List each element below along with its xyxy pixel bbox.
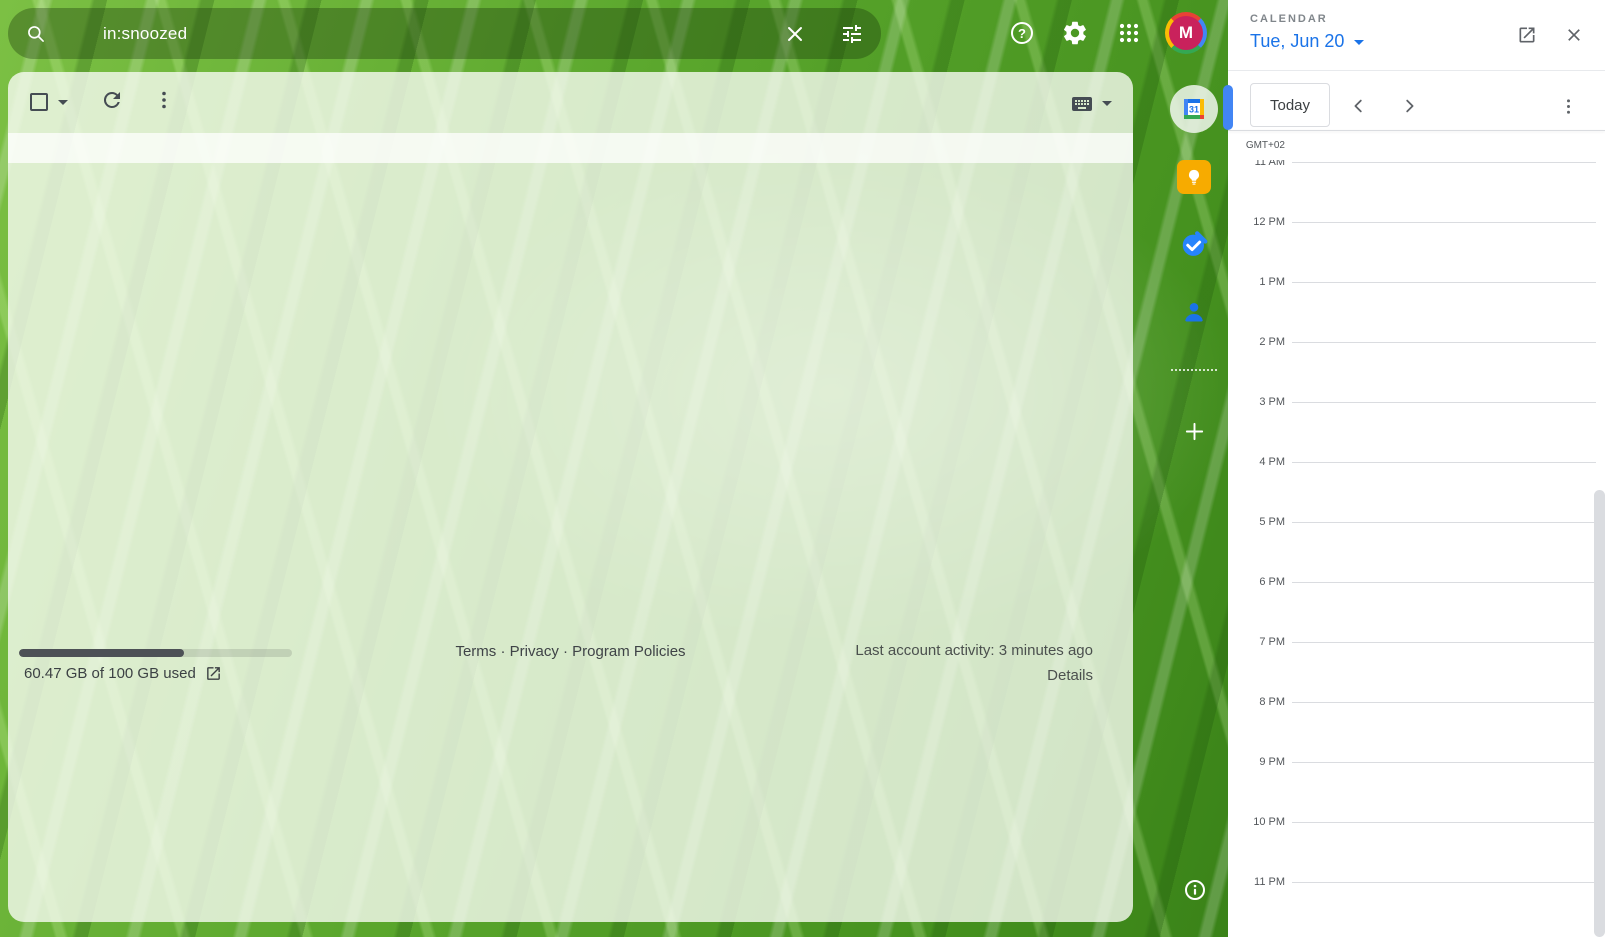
input-tools-keyboard-icon[interactable] — [1070, 92, 1094, 116]
mail-list-panel: 60.47 GB of 100 GB used Terms · Privacy … — [8, 72, 1133, 922]
privacy-link[interactable]: Privacy — [510, 643, 559, 660]
terms-link[interactable]: Terms — [455, 643, 496, 660]
calendar-date-label: Tue, Jun 20 — [1250, 31, 1344, 52]
calendar-panel-title: CALENDAR — [1250, 13, 1328, 25]
calendar-more-options-icon[interactable] — [1558, 96, 1579, 117]
program-policies-link[interactable]: Program Policies — [572, 643, 685, 660]
previous-day-icon[interactable] — [1350, 97, 1368, 115]
hour-line — [1292, 222, 1596, 223]
side-panel-info-icon[interactable] — [1183, 878, 1207, 902]
select-dropdown-icon[interactable] — [58, 100, 68, 105]
select-all-checkbox[interactable] — [30, 93, 48, 111]
search-bar[interactable]: in:snoozed — [8, 8, 881, 59]
storage-manage-icon[interactable] — [205, 665, 222, 682]
hour-label: 5 PM — [1228, 515, 1285, 529]
last-account-activity: Last account activity: 3 minutes ago — [855, 642, 1093, 659]
hour-grid[interactable]: 11 AM 12 PM 1 PM 2 PM 3 PM 4 PM 5 PM 6 PM 7 PM 8 … — [1228, 160, 1605, 937]
hour-line — [1292, 342, 1596, 343]
calendar-icon-day: 31 — [1189, 105, 1199, 115]
hour-line — [1292, 462, 1596, 463]
hour-label: 12 PM — [1228, 215, 1285, 229]
hour-label: 2 PM — [1228, 335, 1285, 349]
hour-line — [1292, 822, 1596, 823]
input-tools-dropdown-icon[interactable] — [1102, 101, 1112, 106]
hour-label: 6 PM — [1228, 575, 1285, 589]
hour-label: 8 PM — [1228, 695, 1285, 709]
empty-result-row — [8, 133, 1133, 163]
separator-dot: · — [500, 643, 505, 660]
timezone-label: GMT+02 — [1228, 140, 1285, 151]
calendar-selected-indicator — [1223, 85, 1233, 130]
rail-divider — [1171, 369, 1217, 371]
hour-line — [1292, 762, 1596, 763]
hour-label: 10 PM — [1228, 815, 1285, 829]
activity-details-link[interactable]: Details — [1047, 667, 1093, 684]
hour-line — [1292, 402, 1596, 403]
hour-label: 7 PM — [1228, 635, 1285, 649]
sidebar-item-tasks[interactable] — [1179, 229, 1209, 259]
today-button[interactable]: Today — [1250, 83, 1330, 127]
get-add-ons-icon[interactable] — [1183, 420, 1206, 443]
svg-text:?: ? — [1018, 26, 1026, 41]
help-icon[interactable]: ? — [1008, 19, 1036, 47]
hour-label: 3 PM — [1228, 395, 1285, 409]
hour-line — [1292, 162, 1596, 163]
hour-label: 11 PM — [1228, 875, 1285, 889]
hour-label: 1 PM — [1228, 275, 1285, 289]
calendar-date-selector[interactable]: Tue, Jun 20 — [1250, 31, 1364, 52]
search-input[interactable]: in:snoozed — [103, 24, 783, 44]
hour-label: 4 PM — [1228, 455, 1285, 469]
hour-line — [1292, 702, 1596, 703]
sidebar-item-calendar[interactable]: 31 — [1181, 96, 1207, 122]
calendar-side-panel: CALENDAR Tue, Jun 20 Today GMT+02 11 AM1… — [1228, 0, 1605, 937]
close-panel-icon[interactable] — [1564, 25, 1584, 45]
apps-grid-icon[interactable] — [1115, 19, 1143, 47]
hour-line — [1292, 642, 1596, 643]
search-icon — [26, 24, 46, 44]
more-options-icon[interactable] — [152, 88, 176, 112]
storage-usage: 60.47 GB of 100 GB used — [24, 665, 222, 682]
sidebar-item-keep[interactable] — [1177, 160, 1211, 194]
separator-dot: · — [563, 643, 568, 660]
calendar-scrollbar-thumb[interactable] — [1594, 490, 1605, 937]
account-avatar[interactable]: M — [1165, 12, 1207, 54]
panel-header-divider — [1228, 70, 1605, 71]
hour-line — [1292, 282, 1596, 283]
hour-label: 9 PM — [1228, 755, 1285, 769]
date-dropdown-icon — [1354, 40, 1364, 45]
search-options-icon[interactable] — [840, 22, 864, 46]
hour-line — [1292, 582, 1596, 583]
hour-line — [1292, 522, 1596, 523]
avatar-initial: M — [1169, 16, 1203, 50]
hour-line — [1292, 882, 1596, 883]
keep-bulb-icon — [1184, 167, 1204, 187]
calendar-toolbar-divider — [1228, 130, 1605, 131]
open-in-new-tab-icon[interactable] — [1517, 25, 1537, 45]
refresh-icon[interactable] — [100, 88, 124, 112]
settings-gear-icon[interactable] — [1061, 19, 1089, 47]
sidebar-item-contacts[interactable] — [1180, 298, 1208, 326]
storage-usage-label: 60.47 GB of 100 GB used — [24, 665, 196, 682]
clear-search-icon[interactable] — [783, 22, 807, 46]
hour-label: 11 AM — [1228, 160, 1285, 169]
next-day-icon[interactable] — [1400, 97, 1418, 115]
